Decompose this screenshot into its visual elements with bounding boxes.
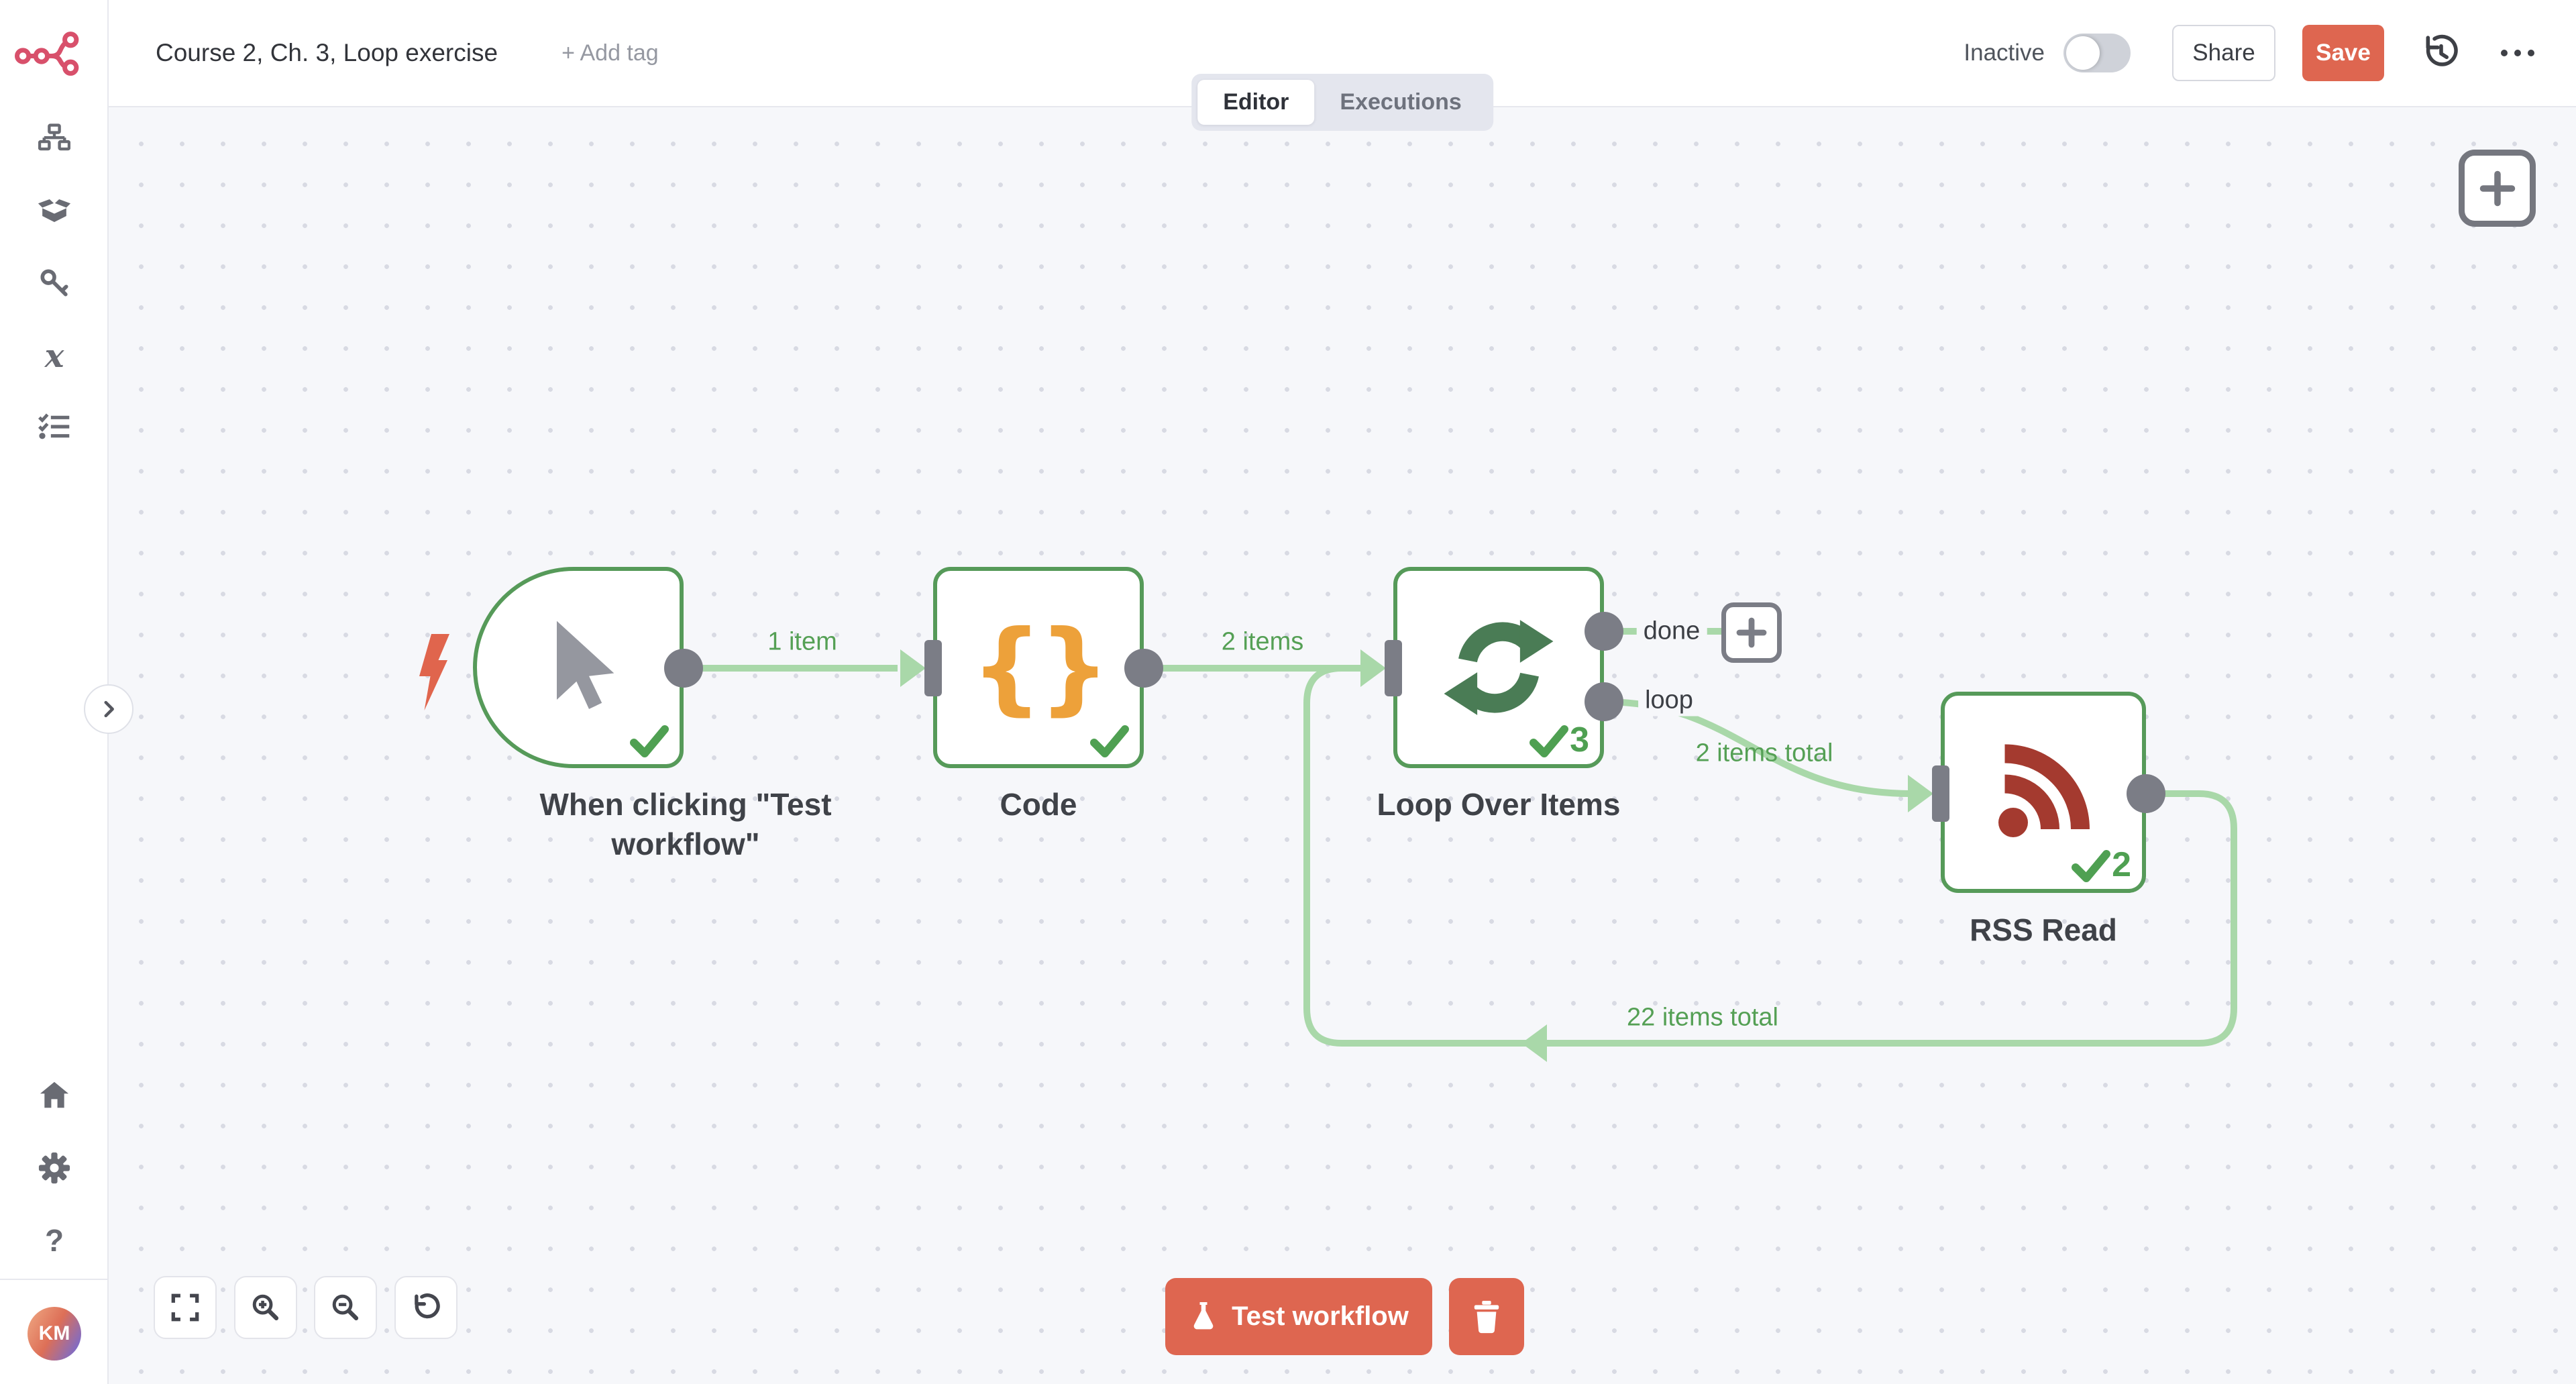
- active-toggle[interactable]: [2063, 34, 2131, 72]
- add-tag-button[interactable]: + Add tag: [561, 40, 659, 66]
- node-success-check: 2: [2072, 847, 2131, 882]
- fit-view-icon: [170, 1292, 201, 1323]
- node-label-manual-trigger: When clicking "Test workflow": [511, 785, 860, 864]
- node-loop-over-items[interactable]: 3: [1393, 567, 1604, 768]
- input-port-rss-read[interactable]: [1932, 765, 1949, 822]
- output-port-code[interactable]: [1124, 649, 1163, 688]
- connection-label-2-items-total: 2 items total: [1696, 739, 1833, 768]
- reset-zoom-button[interactable]: [394, 1276, 458, 1339]
- node-code[interactable]: {}: [933, 567, 1144, 768]
- connection-label-1-item: 1 item: [767, 628, 837, 657]
- credentials-key-icon: [39, 268, 70, 299]
- trash-icon: [1471, 1299, 1502, 1334]
- input-port-loop[interactable]: [1385, 640, 1402, 696]
- sidebar-expand-button[interactable]: [84, 684, 133, 734]
- sidebar-item-templates[interactable]: [0, 196, 109, 225]
- help-question-icon: ?: [45, 1222, 64, 1259]
- zoom-out-button[interactable]: [314, 1276, 377, 1339]
- output-port-manual-trigger[interactable]: [664, 649, 703, 688]
- fit-view-button[interactable]: [154, 1276, 217, 1339]
- sidebar-divider: [0, 1279, 109, 1280]
- connection-arrow: [1360, 649, 1386, 687]
- executions-checklist-icon: [38, 413, 70, 441]
- node-label-rss-read: RSS Read: [1869, 910, 2218, 950]
- flask-icon: [1189, 1300, 1218, 1334]
- tab-editor[interactable]: Editor: [1197, 80, 1314, 125]
- test-workflow-label: Test workflow: [1232, 1301, 1409, 1332]
- trigger-bolt-icon: [415, 633, 460, 715]
- user-avatar[interactable]: KM: [28, 1307, 81, 1361]
- history-icon: [2422, 34, 2461, 72]
- node-manual-trigger[interactable]: [473, 567, 684, 768]
- connection-arrow-loopback: [1521, 1024, 1547, 1062]
- test-workflow-button[interactable]: Test workflow: [1165, 1278, 1432, 1355]
- sidebar-item-workflows[interactable]: [0, 123, 109, 153]
- connection-arrow: [900, 649, 926, 687]
- zoom-in-button[interactable]: [234, 1276, 297, 1339]
- node-label-loop-over-items: Loop Over Items: [1324, 785, 1673, 824]
- workflow-title[interactable]: Course 2, Ch. 3, Loop exercise: [156, 39, 498, 67]
- connection-label-2-items: 2 items: [1222, 628, 1303, 657]
- workflow-history-button[interactable]: [2422, 34, 2461, 72]
- node-success-check: 3: [1529, 723, 1589, 757]
- node-success-check: [630, 725, 669, 757]
- share-button[interactable]: Share: [2172, 25, 2275, 81]
- editor-executions-tabs: Editor Executions: [1191, 74, 1493, 131]
- output-label-done: done: [1637, 616, 1707, 647]
- node-success-check: [1090, 725, 1129, 757]
- gear-icon: [38, 1151, 71, 1185]
- sidebar-item-help[interactable]: ?: [0, 1222, 109, 1259]
- plus-icon: [2477, 168, 2518, 209]
- chevron-right-icon: [97, 698, 120, 721]
- node-rss-read[interactable]: 2: [1941, 692, 2146, 893]
- add-node-button[interactable]: [2459, 150, 2536, 227]
- output-port-loop-loop[interactable]: [1585, 682, 1623, 721]
- sidebar-item-credentials[interactable]: [0, 268, 109, 299]
- zoom-in-icon: [250, 1292, 281, 1323]
- zoom-out-icon: [330, 1292, 361, 1323]
- input-port-code[interactable]: [924, 640, 942, 696]
- connection-label-22-items-total: 22 items total: [1627, 1004, 1778, 1032]
- add-node-after-done-button[interactable]: [1721, 602, 1782, 663]
- more-options-button[interactable]: [2498, 48, 2537, 58]
- sidebar-item-home[interactable]: [0, 1080, 109, 1110]
- plus-icon: [1734, 615, 1769, 650]
- n8n-logo[interactable]: [15, 28, 85, 83]
- home-icon: [38, 1080, 70, 1110]
- variables-x-icon: x: [45, 340, 64, 372]
- ellipsis-icon: [2498, 48, 2537, 58]
- connection-arrow: [1908, 775, 1933, 812]
- templates-box-icon: [38, 196, 71, 225]
- delete-workflow-button[interactable]: [1449, 1278, 1524, 1355]
- sidebar-item-variables[interactable]: x: [0, 340, 109, 372]
- workflow-status-label: Inactive: [1964, 40, 2045, 66]
- node-run-count: 3: [1570, 723, 1589, 757]
- workflows-icon: [38, 123, 70, 153]
- node-label-code: Code: [864, 785, 1213, 824]
- save-button[interactable]: Save: [2302, 25, 2384, 81]
- toggle-knob: [2066, 36, 2100, 70]
- workflow-canvas[interactable]: When clicking "Test workflow" {} Code 3: [109, 107, 2576, 1384]
- sidebar-item-settings[interactable]: [0, 1151, 109, 1185]
- node-run-count: 2: [2112, 847, 2131, 882]
- n8n-workflow-editor: When clicking "Test workflow" {} Code 3: [0, 0, 2576, 1384]
- reset-zoom-icon: [411, 1292, 441, 1323]
- topbar-actions: Inactive Share Save: [1964, 25, 2537, 81]
- output-port-rss-read[interactable]: [2127, 774, 2165, 813]
- tab-executions[interactable]: Executions: [1314, 80, 1487, 125]
- output-label-loop: loop: [1638, 685, 1700, 716]
- sidebar-item-executions[interactable]: [0, 413, 109, 441]
- output-port-loop-done[interactable]: [1585, 612, 1623, 651]
